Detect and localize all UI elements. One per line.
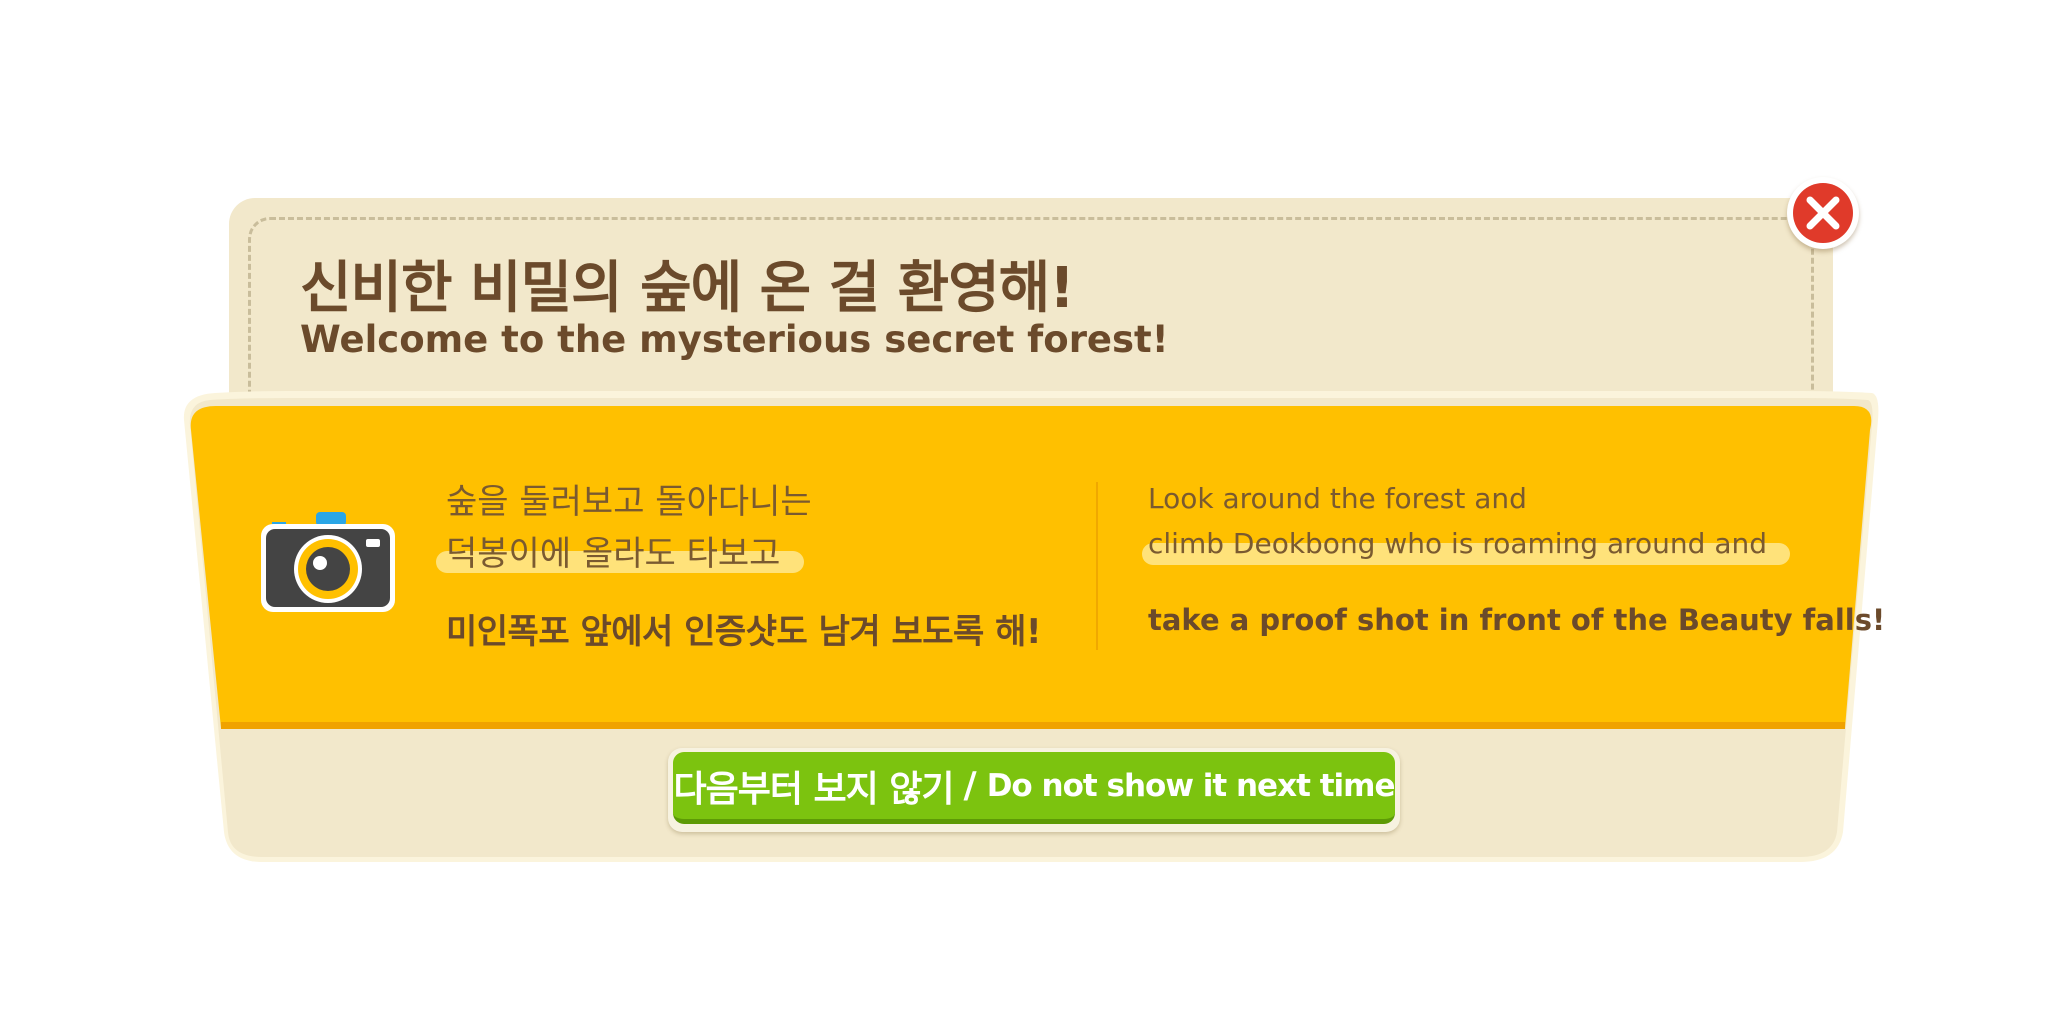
close-icon	[1806, 196, 1840, 230]
dont-show-again-label-korean: 다음부터 보지 않기	[673, 768, 955, 810]
camera-icon	[261, 512, 395, 612]
close-button[interactable]	[1787, 177, 1859, 249]
description-english-line1: Look around the forest and	[1148, 482, 1527, 515]
description-korean-line2: 덕봉이에 올라도 타보고	[446, 534, 781, 574]
dont-show-again-separator: /	[963, 765, 977, 806]
description-english-line3: take a proof shot in front of the Beauty…	[1148, 603, 1886, 637]
description-korean-line3: 미인폭포 앞에서 인증샷도 남겨 보도록 해!	[446, 612, 1041, 652]
description-divider	[1096, 482, 1098, 650]
welcome-popup: 신비한 비밀의 숲에 온 걸 환영해! Welcome to the myste…	[0, 0, 2048, 1024]
dont-show-again-button[interactable]: 다음부터 보지 않기 / Do not show it next time	[668, 748, 1400, 832]
description-korean-line1: 숲을 둘러보고 돌아다니는	[446, 482, 812, 522]
description-english-line2: climb Deokbong who is roaming around and	[1148, 527, 1767, 560]
dont-show-again-button-face[interactable]: 다음부터 보지 않기 / Do not show it next time	[673, 752, 1395, 824]
dont-show-again-label-english: Do not show it next time	[986, 767, 1396, 804]
